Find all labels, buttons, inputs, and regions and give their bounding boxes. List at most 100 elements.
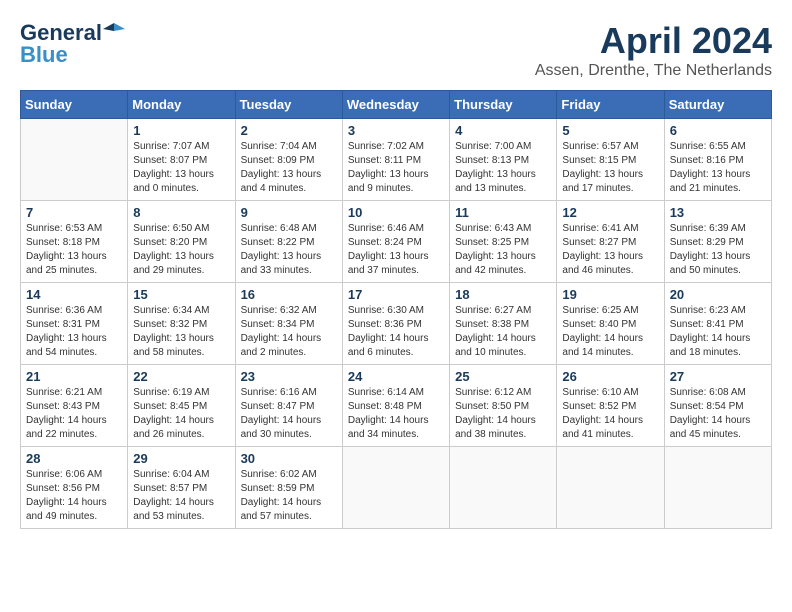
weekday-header-thursday: Thursday	[450, 91, 557, 119]
day-cell: 22 Sunrise: 6:19 AMSunset: 8:45 PMDayligh…	[128, 365, 235, 447]
title-area: April 2024 Assen, Drenthe, The Netherlan…	[535, 20, 772, 80]
day-cell: 18 Sunrise: 6:27 AMSunset: 8:38 PMDayligh…	[450, 283, 557, 365]
day-cell: 28Sunrise: 6:06 AMSunset: 8:56 PMDayligh…	[21, 447, 128, 529]
calendar-body: 1 Sunrise: 7:07 AMSunset: 8:07 PMDaylight…	[21, 119, 772, 529]
day-info: Sunrise: 6:25 AMSunset: 8:40 PMDaylight:…	[562, 304, 658, 360]
day-cell: 17 Sunrise: 6:30 AMSunset: 8:36 PMDayligh…	[342, 283, 449, 365]
day-cell: 11 Sunrise: 6:43 AMSunset: 8:25 PMDayligh…	[450, 201, 557, 283]
day-info: Sunrise: 6:55 AMSunset: 8:16 PMDaylight:…	[670, 140, 766, 196]
day-cell: 15 Sunrise: 6:34 AMSunset: 8:32 PMDayligh…	[128, 283, 235, 365]
day-info: Sunrise: 6:39 AMSunset: 8:29 PMDaylight:…	[670, 222, 766, 278]
day-number: 9	[241, 205, 337, 220]
day-cell	[450, 447, 557, 529]
location-title: Assen, Drenthe, The Netherlands	[535, 62, 772, 80]
day-number: 10	[348, 205, 444, 220]
calendar-header: SundayMondayTuesdayWednesdayThursdayFrid…	[21, 91, 772, 119]
day-cell: 16 Sunrise: 6:32 AMSunset: 8:34 PMDayligh…	[235, 283, 342, 365]
day-number: 25	[455, 369, 551, 384]
day-number: 29	[133, 451, 229, 466]
day-cell: 1 Sunrise: 7:07 AMSunset: 8:07 PMDaylight…	[128, 119, 235, 201]
day-cell: 19 Sunrise: 6:25 AMSunset: 8:40 PMDayligh…	[557, 283, 664, 365]
day-number: 7	[26, 205, 122, 220]
month-title: April 2024	[535, 20, 772, 62]
week-row-3: 14Sunrise: 6:36 AMSunset: 8:31 PMDayligh…	[21, 283, 772, 365]
day-info: Sunrise: 6:08 AMSunset: 8:54 PMDaylight:…	[670, 386, 766, 442]
day-number: 28	[26, 451, 122, 466]
day-info: Sunrise: 7:04 AMSunset: 8:09 PMDaylight:…	[241, 140, 337, 196]
day-cell: 3Sunrise: 7:02 AMSunset: 8:11 PMDaylight…	[342, 119, 449, 201]
day-info: Sunrise: 6:43 AMSunset: 8:25 PMDaylight:…	[455, 222, 551, 278]
day-cell: 29Sunrise: 6:04 AMSunset: 8:57 PMDayligh…	[128, 447, 235, 529]
day-number: 20	[670, 287, 766, 302]
day-number: 23	[241, 369, 337, 384]
day-cell: 10 Sunrise: 6:46 AMSunset: 8:24 PMDayligh…	[342, 201, 449, 283]
day-number: 1	[133, 123, 229, 138]
day-number: 15	[133, 287, 229, 302]
day-info: Sunrise: 7:00 AMSunset: 8:13 PMDaylight:…	[455, 140, 551, 196]
day-info: Sunrise: 6:34 AMSunset: 8:32 PMDaylight:…	[133, 304, 229, 360]
day-cell	[342, 447, 449, 529]
header: General Blue April 2024 Assen, Drenthe, …	[20, 20, 772, 80]
day-number: 12	[562, 205, 658, 220]
day-number: 5	[562, 123, 658, 138]
day-number: 16	[241, 287, 337, 302]
weekday-header-monday: Monday	[128, 91, 235, 119]
weekday-header-sunday: Sunday	[21, 91, 128, 119]
calendar: SundayMondayTuesdayWednesdayThursdayFrid…	[20, 90, 772, 529]
day-cell: 4 Sunrise: 7:00 AMSunset: 8:13 PMDaylight…	[450, 119, 557, 201]
day-number: 22	[133, 369, 229, 384]
day-number: 4	[455, 123, 551, 138]
week-row-5: 28Sunrise: 6:06 AMSunset: 8:56 PMDayligh…	[21, 447, 772, 529]
day-number: 11	[455, 205, 551, 220]
day-cell	[557, 447, 664, 529]
day-info: Sunrise: 6:14 AMSunset: 8:48 PMDaylight:…	[348, 386, 444, 442]
day-number: 17	[348, 287, 444, 302]
day-info: Sunrise: 6:32 AMSunset: 8:34 PMDaylight:…	[241, 304, 337, 360]
day-info: Sunrise: 7:07 AMSunset: 8:07 PMDaylight:…	[133, 140, 229, 196]
day-cell: 14Sunrise: 6:36 AMSunset: 8:31 PMDayligh…	[21, 283, 128, 365]
day-number: 30	[241, 451, 337, 466]
day-number: 21	[26, 369, 122, 384]
day-cell: 25 Sunrise: 6:12 AMSunset: 8:50 PMDayligh…	[450, 365, 557, 447]
day-cell: 20 Sunrise: 6:23 AMSunset: 8:41 PMDayligh…	[664, 283, 771, 365]
day-info: Sunrise: 6:23 AMSunset: 8:41 PMDaylight:…	[670, 304, 766, 360]
day-cell: 13 Sunrise: 6:39 AMSunset: 8:29 PMDayligh…	[664, 201, 771, 283]
day-number: 24	[348, 369, 444, 384]
day-cell	[21, 119, 128, 201]
weekday-row: SundayMondayTuesdayWednesdayThursdayFrid…	[21, 91, 772, 119]
day-cell: 26Sunrise: 6:10 AMSunset: 8:52 PMDayligh…	[557, 365, 664, 447]
day-cell: 27 Sunrise: 6:08 AMSunset: 8:54 PMDayligh…	[664, 365, 771, 447]
week-row-2: 7 Sunrise: 6:53 AMSunset: 8:18 PMDaylight…	[21, 201, 772, 283]
day-info: Sunrise: 6:50 AMSunset: 8:20 PMDaylight:…	[133, 222, 229, 278]
day-info: Sunrise: 6:36 AMSunset: 8:31 PMDaylight:…	[26, 304, 122, 360]
day-info: Sunrise: 6:53 AMSunset: 8:18 PMDaylight:…	[26, 222, 122, 278]
day-info: Sunrise: 6:21 AMSunset: 8:43 PMDaylight:…	[26, 386, 122, 442]
logo-bird-icon	[103, 21, 125, 43]
day-info: Sunrise: 6:30 AMSunset: 8:36 PMDaylight:…	[348, 304, 444, 360]
day-number: 19	[562, 287, 658, 302]
day-info: Sunrise: 6:19 AMSunset: 8:45 PMDaylight:…	[133, 386, 229, 442]
weekday-header-saturday: Saturday	[664, 91, 771, 119]
weekday-header-wednesday: Wednesday	[342, 91, 449, 119]
day-cell: 9Sunrise: 6:48 AMSunset: 8:22 PMDaylight…	[235, 201, 342, 283]
week-row-4: 21 Sunrise: 6:21 AMSunset: 8:43 PMDayligh…	[21, 365, 772, 447]
day-number: 26	[562, 369, 658, 384]
day-info: Sunrise: 6:57 AMSunset: 8:15 PMDaylight:…	[562, 140, 658, 196]
day-cell: 23Sunrise: 6:16 AMSunset: 8:47 PMDayligh…	[235, 365, 342, 447]
day-info: Sunrise: 7:02 AMSunset: 8:11 PMDaylight:…	[348, 140, 444, 196]
day-info: Sunrise: 6:12 AMSunset: 8:50 PMDaylight:…	[455, 386, 551, 442]
logo-blue: Blue	[20, 42, 68, 68]
day-cell: 6Sunrise: 6:55 AMSunset: 8:16 PMDaylight…	[664, 119, 771, 201]
day-info: Sunrise: 6:46 AMSunset: 8:24 PMDaylight:…	[348, 222, 444, 278]
day-number: 18	[455, 287, 551, 302]
day-number: 27	[670, 369, 766, 384]
day-cell: 7 Sunrise: 6:53 AMSunset: 8:18 PMDaylight…	[21, 201, 128, 283]
day-info: Sunrise: 6:27 AMSunset: 8:38 PMDaylight:…	[455, 304, 551, 360]
weekday-header-friday: Friday	[557, 91, 664, 119]
week-row-1: 1 Sunrise: 7:07 AMSunset: 8:07 PMDaylight…	[21, 119, 772, 201]
day-number: 13	[670, 205, 766, 220]
day-cell: 21 Sunrise: 6:21 AMSunset: 8:43 PMDayligh…	[21, 365, 128, 447]
day-number: 2	[241, 123, 337, 138]
day-number: 8	[133, 205, 229, 220]
day-cell: 2 Sunrise: 7:04 AMSunset: 8:09 PMDaylight…	[235, 119, 342, 201]
